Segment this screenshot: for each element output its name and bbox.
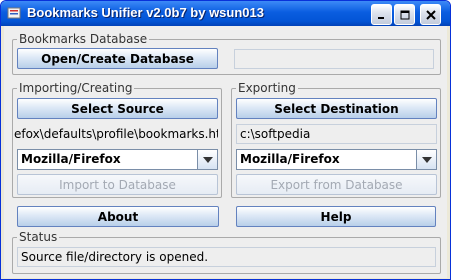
status-group: Status Source file/directory is opened. xyxy=(12,230,441,274)
destination-browser-select[interactable]: Mozilla/Firefox xyxy=(236,149,437,170)
status-message: Source file/directory is opened. xyxy=(17,247,436,267)
close-icon xyxy=(425,9,436,20)
window-title: Bookmarks Unifier v2.0b7 by wsun013 xyxy=(27,5,264,20)
destination-browser-selected: Mozilla/Firefox xyxy=(240,152,340,166)
database-group-title: Bookmarks Database xyxy=(17,32,150,46)
open-create-database-button[interactable]: Open/Create Database xyxy=(17,48,218,69)
chevron-down-icon xyxy=(421,156,432,163)
close-button[interactable] xyxy=(420,4,441,25)
destination-dropdown-button[interactable] xyxy=(416,150,436,169)
source-browser-select[interactable]: Mozilla/Firefox xyxy=(17,149,218,170)
source-path-field[interactable]: efox\defaults\profile\bookmarks.html xyxy=(13,124,219,144)
source-browser-selected: Mozilla/Firefox xyxy=(21,152,121,166)
maximize-icon xyxy=(400,10,409,19)
title-bar[interactable]: Bookmarks Unifier v2.0b7 by wsun013 xyxy=(1,1,450,26)
app-window: Bookmarks Unifier v2.0b7 by wsun013 Book… xyxy=(0,0,451,280)
app-icon xyxy=(7,6,21,20)
database-group: Bookmarks Database Open/Create Database xyxy=(12,32,441,75)
maximize-button[interactable] xyxy=(394,4,415,25)
importing-group-title: Importing/Creating xyxy=(17,81,135,95)
select-source-button[interactable]: Select Source xyxy=(17,98,218,119)
exporting-group: Exporting Select Destination c:\softpedi… xyxy=(231,81,441,198)
help-button[interactable]: Help xyxy=(236,206,436,227)
select-destination-button[interactable]: Select Destination xyxy=(236,98,437,119)
minimize-button[interactable] xyxy=(371,4,392,25)
exporting-group-title: Exporting xyxy=(236,81,298,95)
status-group-title: Status xyxy=(17,230,60,244)
export-from-database-button[interactable]: Export from Database xyxy=(236,174,437,195)
database-path-field[interactable] xyxy=(234,49,434,69)
about-button[interactable]: About xyxy=(17,206,219,227)
source-dropdown-button[interactable] xyxy=(197,150,217,169)
client-area: Bookmarks Database Open/Create Database … xyxy=(4,26,447,278)
import-to-database-button[interactable]: Import to Database xyxy=(17,174,218,195)
chevron-down-icon xyxy=(202,156,213,163)
destination-path-field[interactable]: c:\softpedia xyxy=(236,124,437,144)
minimize-icon xyxy=(377,16,384,19)
importing-group: Importing/Creating Select Source efox\de… xyxy=(12,81,222,198)
